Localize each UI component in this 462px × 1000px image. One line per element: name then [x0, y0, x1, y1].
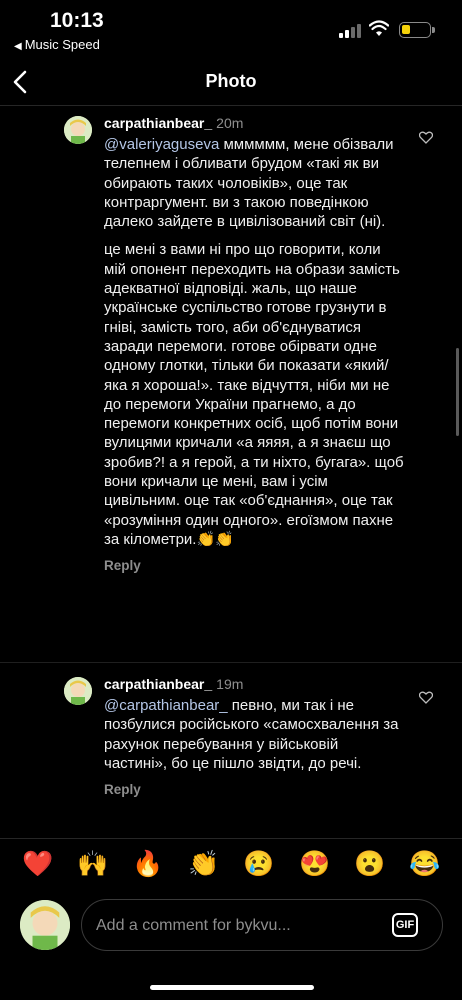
- comment-input[interactable]: [96, 914, 376, 938]
- heart-eyes-emoji-icon[interactable]: 😍: [299, 849, 330, 879]
- back-app-label: Music Speed: [24, 37, 100, 52]
- comment: carpathianbear_ 19m @carpathianbear_ певн…: [64, 675, 424, 797]
- laughing-emoji-icon[interactable]: 😂: [409, 849, 440, 879]
- top-nav: Photo: [0, 58, 462, 106]
- page-title: Photo: [205, 71, 257, 91]
- crying-emoji-icon[interactable]: 😢: [243, 849, 274, 879]
- comment-username[interactable]: carpathianbear_: [104, 115, 212, 131]
- surprised-emoji-icon[interactable]: 😮: [354, 849, 385, 879]
- like-heart-icon[interactable]: [419, 691, 433, 704]
- comment-divider: [0, 662, 462, 663]
- comment-text: @valeriyaguseva мммммм, мене обізвали те…: [104, 136, 404, 548]
- home-indicator[interactable]: [150, 985, 314, 990]
- fire-emoji-icon[interactable]: 🔥: [132, 849, 163, 879]
- raised-hands-emoji-icon[interactable]: 🙌: [77, 849, 108, 879]
- status-time: 10:13: [50, 9, 104, 32]
- battery-level: [402, 25, 410, 34]
- avatar[interactable]: [64, 116, 92, 144]
- wifi-icon: [369, 20, 389, 36]
- heart-emoji-icon[interactable]: ❤️: [22, 849, 53, 879]
- reply-button[interactable]: Reply: [104, 782, 424, 797]
- avatar[interactable]: [64, 677, 92, 705]
- gif-button[interactable]: GIF: [392, 913, 418, 937]
- clap-emoji-icon[interactable]: 👏: [188, 849, 219, 879]
- comment: carpathianbear_ 20m @valeriyaguseva ммммм…: [64, 114, 424, 573]
- mention-link[interactable]: @carpathianbear_: [104, 697, 228, 714]
- comment-time: 19m: [216, 676, 244, 692]
- comment-time: 20m: [216, 115, 244, 131]
- back-triangle-icon: ◀: [14, 41, 22, 52]
- back-to-app-link[interactable]: ◀ Music Speed: [14, 37, 100, 52]
- comment-paragraph: це мені з вами ні про що говорити, коли …: [104, 241, 404, 548]
- emoji-quick-bar: ❤️ 🙌 🔥 👏 😢 😍 😮 😂: [0, 838, 462, 888]
- comment-text: @carpathianbear_ певно, ми так і не позб…: [104, 697, 399, 772]
- battery-icon: [399, 22, 435, 38]
- status-bar: 10:13 ◀ Music Speed: [0, 0, 462, 56]
- avatar: [20, 900, 70, 950]
- reply-button[interactable]: Reply: [104, 558, 424, 573]
- like-heart-icon[interactable]: [419, 131, 433, 144]
- mention-link[interactable]: @valeriyaguseva: [104, 136, 219, 153]
- comment-composer: GIF: [81, 899, 443, 951]
- comment-username[interactable]: carpathianbear_: [104, 676, 212, 692]
- scrollbar[interactable]: [456, 348, 459, 436]
- cellular-signal-icon: [339, 24, 361, 38]
